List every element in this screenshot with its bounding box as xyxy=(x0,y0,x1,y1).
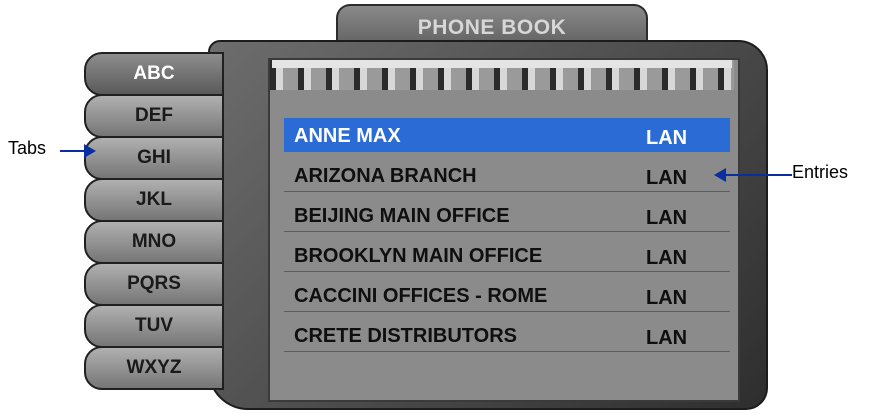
entry-name: BEIJING MAIN OFFICE xyxy=(294,205,510,227)
entries-annotation-arrow xyxy=(724,174,792,176)
row-divider xyxy=(284,351,730,352)
list-item[interactable]: ANNE MAX LAN xyxy=(284,118,730,152)
page-title: PHONE BOOK xyxy=(417,16,567,39)
entry-name: ANNE MAX xyxy=(294,125,401,147)
tab-label: ABC xyxy=(133,63,175,84)
tab-abc[interactable]: ABC xyxy=(84,52,224,96)
list-item[interactable]: BEIJING MAIN OFFICE LAN xyxy=(284,198,730,232)
tab-label: DEF xyxy=(135,105,173,126)
tabs-annotation-label: Tabs xyxy=(8,138,47,158)
phone-book-window: PHONE BOOK ABC DEF GHI JKL MNO PQRS TUV … xyxy=(0,0,869,414)
tab-label: PQRS xyxy=(127,273,181,294)
arrow-left-icon xyxy=(714,168,726,182)
entry-name: ARIZONA BRANCH xyxy=(294,165,477,187)
entry-type: LAN xyxy=(646,207,688,229)
entry-name: CRETE DISTRIBUTORS xyxy=(294,325,517,347)
tab-label: GHI xyxy=(137,147,171,168)
entry-type: LAN xyxy=(646,247,688,269)
entry-name: BROOKLYN MAIN OFFICE xyxy=(294,245,543,267)
tab-label: MNO xyxy=(131,231,177,252)
row-divider xyxy=(284,311,730,312)
list-item[interactable]: CRETE DISTRIBUTORS LAN xyxy=(284,318,730,352)
tab-pqrs[interactable]: PQRS xyxy=(84,262,224,306)
list-item[interactable]: ARIZONA BRANCH LAN xyxy=(284,158,730,192)
list-item[interactable]: BROOKLYN MAIN OFFICE LAN xyxy=(284,238,730,272)
entry-type: LAN xyxy=(646,127,688,149)
tab-ghi[interactable]: GHI xyxy=(84,136,224,180)
entry-type: LAN xyxy=(646,327,688,349)
row-divider xyxy=(284,191,730,192)
row-divider xyxy=(284,231,730,232)
tabs-annotation-arrow xyxy=(60,150,86,152)
tab-def[interactable]: DEF xyxy=(84,94,224,138)
spiral-bar xyxy=(272,60,732,68)
tab-label: JKL xyxy=(136,189,172,210)
tab-jkl[interactable]: JKL xyxy=(84,178,224,222)
tab-mno[interactable]: MNO xyxy=(84,220,224,264)
tab-tuv[interactable]: TUV xyxy=(84,304,224,348)
entry-type: LAN xyxy=(646,167,688,189)
tab-label: TUV xyxy=(135,315,173,336)
row-divider xyxy=(284,271,730,272)
tab-wxyz[interactable]: WXYZ xyxy=(84,346,224,390)
entries-annotation-label: Entries xyxy=(792,162,849,182)
arrow-right-icon xyxy=(84,144,96,158)
list-item[interactable]: CACCINI OFFICES - ROME LAN xyxy=(284,278,730,312)
entry-name: CACCINI OFFICES - ROME xyxy=(294,285,548,307)
entry-type: LAN xyxy=(646,287,688,309)
tab-label: WXYZ xyxy=(126,357,182,378)
